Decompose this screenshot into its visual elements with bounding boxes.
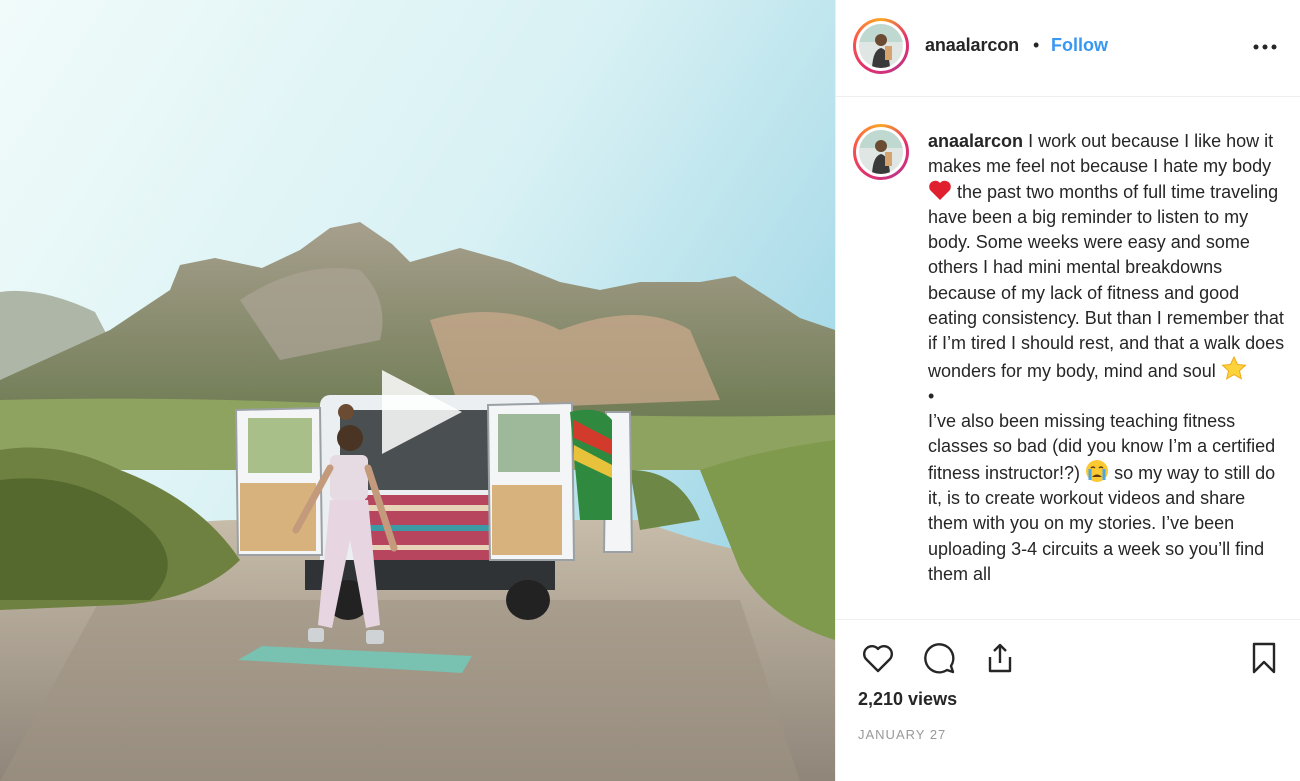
profile-picture bbox=[859, 130, 903, 174]
post-video[interactable] bbox=[0, 0, 835, 781]
play-icon[interactable] bbox=[376, 366, 466, 458]
view-count[interactable]: 2,210 views bbox=[858, 689, 957, 710]
separator-dot: • bbox=[1033, 35, 1040, 55]
star-emoji bbox=[1221, 355, 1247, 380]
post-author-username[interactable]: anaalarcon bbox=[925, 35, 1019, 56]
more-options-button[interactable] bbox=[1250, 36, 1280, 58]
comment-icon[interactable] bbox=[921, 640, 957, 676]
follow-button[interactable]: Follow bbox=[1051, 35, 1108, 56]
save-button[interactable] bbox=[1246, 640, 1282, 676]
post-header: anaalarcon • Follow bbox=[836, 0, 1300, 97]
profile-picture bbox=[859, 24, 903, 68]
caption-avatar[interactable] bbox=[853, 124, 909, 180]
caption-section[interactable]: anaalarcon I work out because I like how… bbox=[836, 97, 1300, 619]
heart-icon[interactable] bbox=[860, 640, 896, 676]
red-heart-emoji bbox=[929, 180, 951, 201]
share-button[interactable] bbox=[982, 640, 1018, 676]
share-icon[interactable] bbox=[982, 640, 1018, 676]
play-button[interactable] bbox=[376, 366, 466, 458]
bookmark-icon[interactable] bbox=[1246, 640, 1282, 676]
avatar[interactable] bbox=[853, 18, 909, 74]
like-button[interactable] bbox=[860, 640, 896, 676]
more-options-icon bbox=[1253, 44, 1277, 50]
caption-text: anaalarcon I work out because I like how… bbox=[928, 129, 1288, 587]
post-date[interactable]: JANUARY 27 bbox=[858, 727, 946, 742]
crying-face-emoji bbox=[1086, 460, 1109, 483]
comment-button[interactable] bbox=[921, 640, 957, 676]
post-details-panel: anaalarcon • Follow anaalarcon I work ou… bbox=[835, 0, 1300, 781]
caption-username[interactable]: anaalarcon bbox=[928, 131, 1023, 151]
caption-bullet: • bbox=[928, 385, 935, 406]
caption-text-part-2: the past two months of full time traveli… bbox=[928, 182, 1285, 381]
post-actions: 2,210 views JANUARY 27 bbox=[836, 619, 1300, 781]
